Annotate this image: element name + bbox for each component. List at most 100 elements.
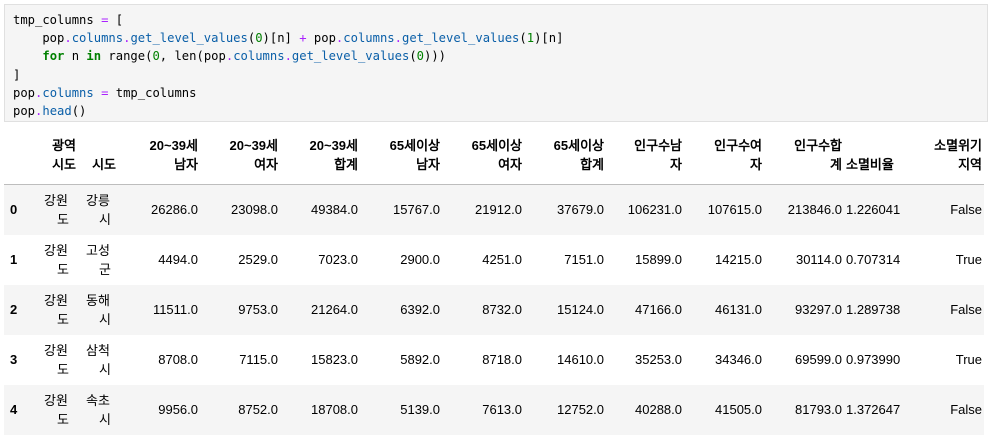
table-cell: 107615.0 — [707, 202, 762, 218]
index-header — [4, 128, 34, 185]
column-header: 20~39세 여자 — [200, 128, 280, 185]
table-cell: 7023.0 — [318, 252, 358, 267]
table-cell: 2529.0 — [238, 252, 278, 267]
sido-cell: 강원 도 — [44, 242, 69, 277]
table-cell: 47166.0 — [635, 302, 682, 317]
table-cell: 35253.0 — [635, 352, 682, 367]
cell-output: 광역 시도 시도 20~39세 남자 20~39세 여자 20~39세 합계 65세이상… — [4, 128, 988, 435]
row-index: 4 — [10, 402, 18, 417]
code-line-5: pop.columns = tmp_columns — [13, 85, 197, 100]
table-cell: 8708.0 — [158, 352, 198, 367]
table-cell: 9956.0 — [158, 402, 198, 417]
city-cell: 삼척 시 — [86, 342, 111, 377]
code-line-3: for n in range(0, len(pop.columns.get_le… — [42, 49, 447, 64]
table-cell: 9753.0 — [238, 302, 278, 317]
code-editor[interactable]: tmp_columns = [ pop.columns.get_level_va… — [5, 5, 987, 120]
table-cell: 23098.0 — [231, 202, 278, 218]
table-cell: 5892.0 — [400, 352, 440, 367]
table-cell: 14215.0 — [715, 252, 762, 267]
column-header: 65세이상 합계 — [524, 128, 606, 185]
row-index: 1 — [10, 252, 18, 267]
table-cell: 40288.0 — [635, 402, 682, 417]
table-cell: 0.973990 — [846, 352, 901, 367]
row-index: 0 — [10, 202, 18, 218]
table-cell: 18708.0 — [311, 402, 358, 417]
table-cell: 41505.0 — [715, 402, 762, 417]
city-cell: 고성 군 — [86, 242, 111, 277]
table-row: 3 강원 도 삼척 시 8708.0 7115.0 15823.0 5892.0 8718.0 14… — [4, 335, 984, 385]
table-cell: 4251.0 — [482, 252, 522, 267]
table-row: 1 강원 도 고성 군 4494.0 2529.0 7023.0 2900.0 4251.0 715… — [4, 235, 984, 285]
header-row: 광역 시도 시도 20~39세 남자 20~39세 여자 20~39세 합계 65세이상… — [4, 128, 984, 185]
table-row: 4 강원 도 속초 시 9956.0 8752.0 18708.0 5139.0 7613.0 12… — [4, 384, 984, 435]
table-cell: 21912.0 — [475, 202, 522, 218]
column-header: 인구수남 자 — [606, 128, 684, 185]
sido-cell: 강원 도 — [44, 392, 69, 427]
table-cell: 11511.0 — [152, 302, 198, 317]
table-cell: 2900.0 — [400, 252, 440, 267]
table-cell: 15823.0 — [311, 352, 358, 367]
city-cell: 강릉 시 — [86, 192, 111, 227]
column-header: 소멸위기 지역 — [914, 128, 984, 185]
table-row: 0 강원 도 강릉 시 26286.0 23098.0 49384.0 15767.0 21912… — [4, 184, 984, 235]
table-cell: 1.372647 — [846, 402, 901, 417]
row-index: 2 — [10, 302, 18, 317]
table-cell: 14610.0 — [557, 352, 604, 367]
code-line-2: pop.columns.get_level_values(0)[n] + pop… — [13, 31, 564, 46]
table-cell: 4494.0 — [158, 252, 198, 267]
table-cell: 8752.0 — [238, 402, 278, 417]
table-cell: 93297.0 — [795, 302, 842, 317]
sido-cell: 강원 도 — [44, 192, 69, 227]
table-cell: 5139.0 — [400, 402, 440, 417]
row-index: 3 — [10, 352, 18, 367]
table-cell: 15767.0 — [393, 202, 440, 218]
table-cell: 106231.0 — [627, 202, 682, 218]
code-line-4: ] — [13, 67, 21, 82]
table-cell: 21264.0 — [311, 302, 358, 317]
column-header: 65세이상 남자 — [360, 128, 442, 185]
table-cell: 49384.0 — [311, 202, 358, 218]
code-cell[interactable]: tmp_columns = [ pop.columns.get_level_va… — [4, 4, 988, 122]
table-row: 2 강원 도 동해 시 11511.0 9753.0 21264.0 6392.0 8732.0 1… — [4, 284, 984, 335]
table-cell: 30114.0 — [795, 252, 842, 267]
table-cell: 46131.0 — [715, 302, 762, 317]
table-cell: 8718.0 — [482, 352, 522, 367]
column-header: 시도 — [78, 128, 118, 185]
column-header: 65세이상 여자 — [442, 128, 524, 185]
table-cell: 6392.0 — [400, 302, 440, 317]
table-cell: 37679.0 — [557, 202, 604, 218]
table-cell: False — [950, 402, 982, 417]
table-cell: 12752.0 — [557, 402, 604, 417]
table-cell: 0.707314 — [846, 252, 901, 267]
table-cell: 7115.0 — [239, 352, 278, 367]
column-header: 소멸비율 — [844, 128, 914, 185]
column-header: 20~39세 남자 — [118, 128, 200, 185]
sido-cell: 강원 도 — [44, 292, 69, 327]
column-header: 인구수여 자 — [684, 128, 764, 185]
column-header: 20~39세 합계 — [280, 128, 360, 185]
table-cell: 26286.0 — [151, 202, 198, 218]
table-cell: 69599.0 — [795, 352, 842, 367]
city-cell: 속초 시 — [86, 392, 111, 427]
code-line-1: tmp_columns = [ — [13, 13, 124, 27]
table-cell: 8732.0 — [482, 302, 522, 317]
table-cell: 15124.0 — [557, 302, 604, 317]
column-header: 인구수합 계 — [764, 128, 844, 185]
table-cell: 213846.0 — [787, 202, 842, 218]
table-cell: 15899.0 — [635, 252, 682, 267]
table-cell: False — [950, 302, 982, 317]
city-cell: 동해 시 — [86, 292, 111, 327]
table-cell: False — [950, 202, 982, 218]
table-cell: True — [955, 352, 982, 367]
table-cell: 1.289738 — [846, 302, 901, 317]
dataframe-table: 광역 시도 시도 20~39세 남자 20~39세 여자 20~39세 합계 65세이상… — [4, 128, 984, 435]
sido-cell: 강원 도 — [44, 342, 69, 377]
table-cell: 34346.0 — [715, 352, 762, 367]
table-cell: 1.226041 — [846, 202, 901, 218]
table-cell: True — [955, 252, 982, 267]
table-cell: 7151.0 — [564, 252, 604, 267]
code-line-6: pop.head() — [13, 104, 87, 119]
table-cell: 81793.0 — [795, 402, 842, 417]
column-header: 광역 시도 — [34, 128, 78, 185]
table-cell: 7613.0 — [482, 402, 522, 417]
